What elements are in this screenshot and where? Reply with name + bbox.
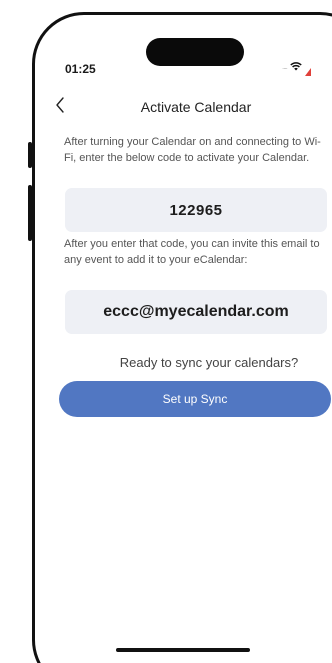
status-icons: ....: [282, 62, 311, 76]
sync-prompt: Ready to sync your calendars?: [119, 355, 299, 370]
wifi-icon: [290, 62, 302, 71]
app-screen: 01:25 .... Activate Calendar After turni…: [0, 0, 332, 663]
chevron-left-icon[interactable]: [54, 96, 68, 114]
battery-low-icon: [304, 63, 311, 76]
signal-icon: ....: [282, 62, 288, 71]
set-up-sync-button[interactable]: Set up Sync: [59, 381, 331, 417]
activation-instructions: After turning your Calendar on and conne…: [64, 136, 321, 164]
home-indicator[interactable]: [116, 648, 250, 652]
invite-instructions: After you enter that code, you can invit…: [64, 238, 320, 266]
calendar-email: eccc@myecalendar.com: [65, 290, 327, 334]
dynamic-island: [146, 38, 244, 66]
activation-code: 122965: [65, 188, 327, 232]
page-title: Activate Calendar: [140, 99, 252, 115]
status-time: 01:25: [65, 62, 96, 76]
